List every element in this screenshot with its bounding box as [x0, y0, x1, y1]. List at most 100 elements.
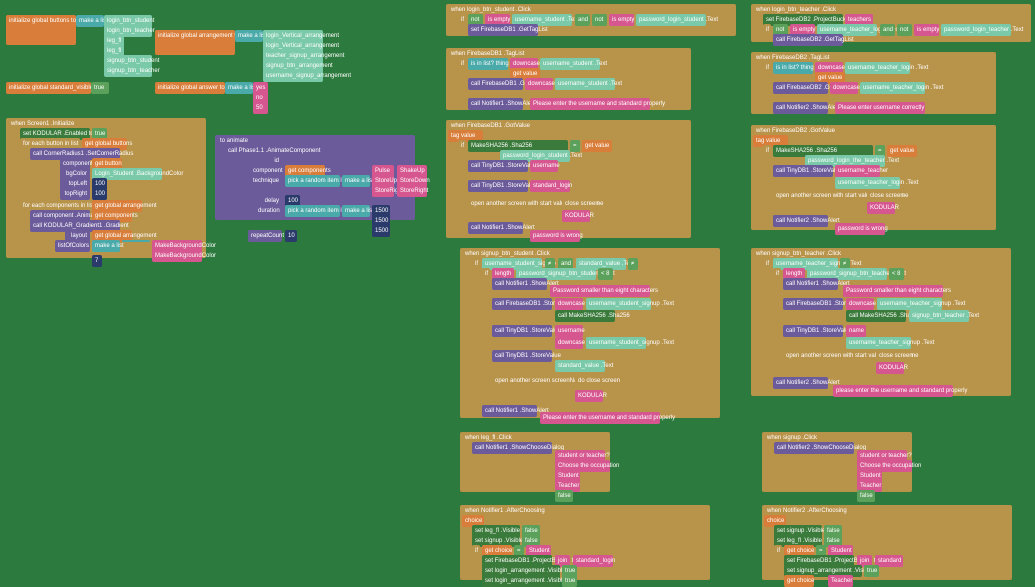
- user-signup-ss[interactable]: username_student_signup .Text: [586, 298, 651, 310]
- makebg2[interactable]: MakeBackgroundColor: [152, 250, 202, 262]
- signup-btn-txt[interactable]: signup_btn_teacher .Text: [909, 310, 969, 322]
- true-n2[interactable]: true: [864, 565, 879, 577]
- msg1-ss[interactable]: Password smaller than eight characters: [550, 285, 650, 297]
- open-screen1[interactable]: open another screen with start value scr…: [468, 198, 558, 210]
- select-item1[interactable]: [122, 240, 150, 242]
- msg-fb1[interactable]: Please enter the username and standard p…: [530, 98, 650, 110]
- alert-st2[interactable]: call Notifier2 .ShowAlert: [773, 377, 828, 389]
- gettaglist1[interactable]: set FirebaseDB1 .GetTagList: [468, 24, 538, 36]
- tech-list[interactable]: make a list: [342, 175, 370, 187]
- storeright2[interactable]: StoreRight: [397, 185, 427, 197]
- tiny-store-t[interactable]: call TinyDB1 .StoreValue: [773, 165, 833, 177]
- dur-random[interactable]: pick a random item list: [285, 205, 340, 217]
- arr4[interactable]: username_signup_arrangement: [263, 70, 323, 82]
- choose-dialog1[interactable]: call Notifier1 .ShowChooseDialog: [472, 442, 552, 454]
- fb-store-st[interactable]: call FirebaseDB1 .StoreValue: [783, 298, 843, 310]
- kodular2[interactable]: KODULAR: [867, 202, 895, 214]
- pick-random[interactable]: pick a random item list: [285, 175, 340, 187]
- open-st[interactable]: open another screen with start value scr…: [783, 350, 873, 362]
- downcase2b[interactable]: downcase: [830, 82, 858, 94]
- inlist2[interactable]: is in list? thing: [773, 62, 813, 74]
- choose-dialog2[interactable]: call Notifier2 .ShowChooseDialog: [774, 442, 854, 454]
- empty-t2[interactable]: is empty: [914, 24, 939, 36]
- tiny2-ss[interactable]: call TinyDB1 .StoreValue: [492, 350, 552, 362]
- open-screen2[interactable]: open another screen with start value scr…: [773, 190, 863, 202]
- standard-true[interactable]: true: [91, 82, 109, 94]
- storeright[interactable]: StoreRight: [372, 185, 394, 197]
- and1[interactable]: and: [575, 14, 590, 26]
- make-list-ans[interactable]: make a list: [225, 82, 253, 94]
- user-fb2b[interactable]: username_teacher_login .Text: [860, 82, 925, 94]
- and-t[interactable]: and: [880, 24, 895, 36]
- empty2[interactable]: is empty: [609, 14, 634, 26]
- std-val-ss[interactable]: standard_value .Text: [555, 360, 605, 372]
- user-tag-ss[interactable]: username: [555, 325, 583, 337]
- user-tag1[interactable]: username: [530, 160, 558, 172]
- dur-list[interactable]: make a list: [342, 205, 370, 217]
- alert-fb1[interactable]: call Notifier1 .ShowAlert: [468, 98, 523, 110]
- make-list[interactable]: make a list: [76, 15, 104, 27]
- set-vis2-n1[interactable]: set login_arrangement .Visible to: [482, 575, 560, 587]
- ne-ss2[interactable]: ≠: [628, 258, 638, 270]
- alert-st1[interactable]: call Notifier1 .ShowAlert: [783, 278, 838, 290]
- user-teacher-tag[interactable]: username_teacher: [835, 165, 880, 177]
- btn5[interactable]: signup_btn_teacher: [104, 65, 152, 77]
- ans2[interactable]: 50: [253, 102, 268, 114]
- downcase-st[interactable]: downcase: [846, 298, 874, 310]
- tiny-store1[interactable]: call TinyDB1 .StoreValue: [468, 160, 528, 172]
- false1[interactable]: false: [555, 490, 573, 502]
- alert-fb2[interactable]: call Notifier2 .ShowAlert: [773, 102, 828, 114]
- not-t2[interactable]: not: [897, 24, 912, 36]
- sha-st[interactable]: call MakeSHA256 .Sha256: [846, 310, 906, 322]
- init-global-answer[interactable]: initialize global answer to: [155, 82, 225, 94]
- tiny-st[interactable]: call TinyDB1 .StoreValue: [783, 325, 843, 337]
- teacher-val-st[interactable]: username_teacher_signup .Text: [846, 337, 911, 349]
- getval-got1[interactable]: get value: [582, 140, 612, 152]
- kodular-st[interactable]: KODULAR: [876, 362, 904, 374]
- sha-ss[interactable]: call MakeSHA256 .Sha256: [555, 310, 615, 322]
- r100b[interactable]: 100: [92, 188, 107, 200]
- kodular-ss[interactable]: KODULAR: [575, 390, 603, 402]
- call-getvalue1[interactable]: call FirebaseDB1 .GetValue: [468, 78, 523, 90]
- user-signup-ss2[interactable]: username_student_signup .Text: [586, 337, 646, 349]
- downcase-ss[interactable]: downcase: [555, 298, 583, 310]
- tiny1-ss[interactable]: call TinyDB1 .StoreValue: [492, 325, 552, 337]
- getval-got2[interactable]: get value: [887, 145, 917, 157]
- not2[interactable]: not: [592, 14, 607, 26]
- init-global-buttons[interactable]: initialize global buttons to: [6, 15, 76, 45]
- teacher-n2[interactable]: Teacher: [828, 575, 853, 587]
- init-global-arrangement[interactable]: initialize global arrangement to: [155, 30, 235, 55]
- close-screen2[interactable]: close screen: [867, 190, 902, 202]
- user-fb1[interactable]: username_student .Text: [540, 58, 600, 70]
- n1500c[interactable]: 1500: [372, 225, 390, 237]
- n10[interactable]: 10: [285, 230, 297, 242]
- msg1-st[interactable]: Password smaller than eight characters: [843, 285, 943, 297]
- std-tag[interactable]: standard_login: [530, 180, 570, 192]
- choice-n2b[interactable]: get choice: [784, 575, 814, 587]
- user-fb1b[interactable]: username_student .Text: [555, 78, 615, 90]
- close-ss[interactable]: do close screen: [575, 375, 617, 387]
- orient-7[interactable]: 7: [92, 255, 102, 267]
- true-n1b[interactable]: true: [562, 575, 577, 587]
- alert-ss1[interactable]: call Notifier1 .ShowAlert: [492, 278, 547, 290]
- downcase-ss2[interactable]: downcase: [555, 337, 583, 349]
- close-st[interactable]: close screen: [876, 350, 911, 362]
- inlist1[interactable]: is in list? thing: [468, 58, 508, 70]
- call-getvalue2[interactable]: call FirebaseDB2 .GetValue: [773, 82, 828, 94]
- msg-fb2[interactable]: Please enter username correctly: [835, 102, 925, 114]
- tiny-store2[interactable]: call TinyDB1 .StoreValue: [468, 180, 528, 192]
- fb-store-ss[interactable]: call FirebaseDB1 .StoreValue: [492, 298, 552, 310]
- alert-got1[interactable]: call Notifier1 .ShowAlert: [468, 222, 523, 234]
- alert-ss2[interactable]: call Notifier1 .ShowAlert: [482, 405, 537, 417]
- downcase1b[interactable]: downcase: [525, 78, 553, 90]
- pass-teacher[interactable]: password_login_teacher .Text: [941, 24, 1011, 36]
- make-list-arr[interactable]: make a list: [235, 30, 263, 42]
- wrong-pass1[interactable]: password is wrong: [530, 230, 580, 242]
- std-n2[interactable]: standard: [875, 555, 903, 567]
- teacher-signup[interactable]: username_teacher_signup .Text: [877, 298, 942, 310]
- close-screen1[interactable]: close screen: [562, 198, 597, 210]
- std-login-n1[interactable]: standard_login: [573, 555, 613, 567]
- wrong-pass2[interactable]: password is wrong: [835, 223, 885, 235]
- open-ss[interactable]: open another screen screenName: [492, 375, 572, 387]
- init-standard-visible[interactable]: initialize global standard_visible to: [6, 82, 91, 94]
